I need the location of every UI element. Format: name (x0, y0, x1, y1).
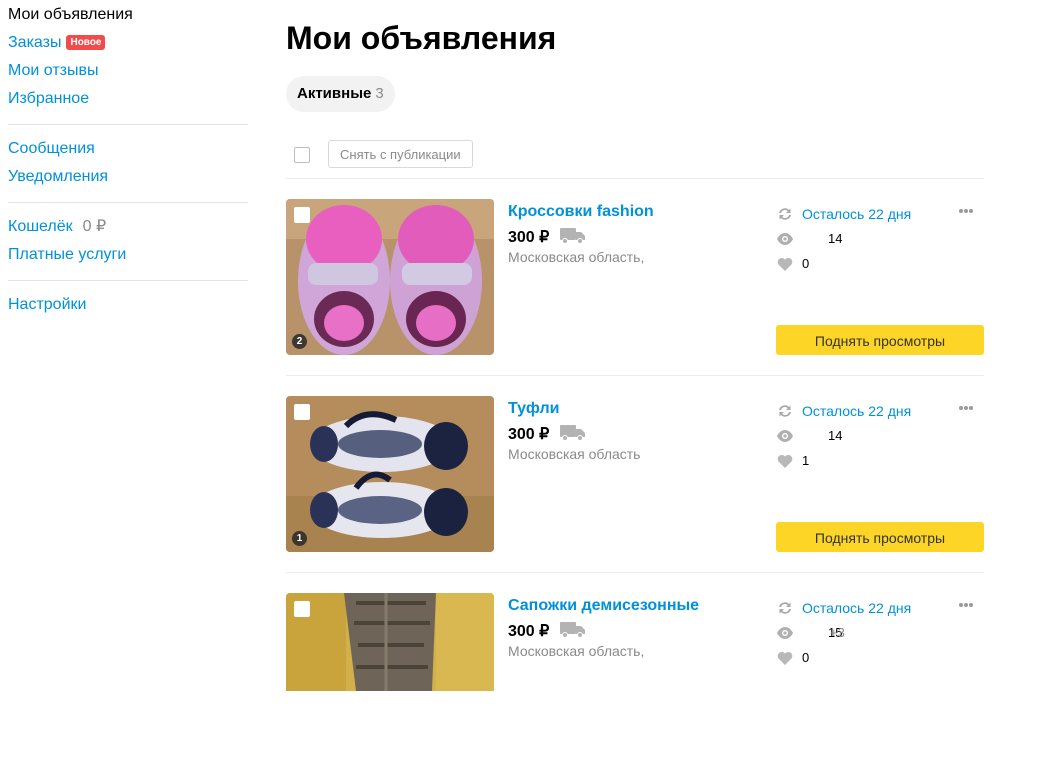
raise-views-button[interactable]: Поднять просмотры (776, 325, 984, 355)
refresh-icon (779, 405, 791, 417)
sidebar-item-reviews[interactable]: Мои отзывы (8, 57, 248, 85)
divider (8, 202, 248, 203)
ad-price: 300 ₽ (508, 623, 550, 640)
heart-icon (777, 454, 793, 468)
sidebar-item-label: Заказы (8, 34, 62, 51)
divider (8, 280, 248, 281)
favorites-count: 0 (802, 650, 810, 665)
sidebar-item-label: Кошелёк (8, 218, 73, 235)
eye-icon (777, 430, 793, 442)
sidebar-item-settings[interactable]: Настройки (8, 291, 248, 319)
new-badge: Новое (66, 35, 106, 50)
delivery-truck-icon (560, 425, 585, 441)
favorites-count: 0 (802, 256, 810, 271)
tab-active[interactable]: Активные 3 (286, 76, 395, 112)
delivery-truck-icon (560, 622, 585, 638)
ad-select-checkbox[interactable] (294, 601, 310, 617)
more-dots-icon[interactable] (959, 406, 975, 412)
ad-photo[interactable]: 2 (286, 199, 494, 355)
heart-icon (777, 651, 793, 665)
raise-views-button[interactable]: Поднять просмотры (776, 522, 984, 552)
boots-photo (286, 593, 494, 691)
days-left-link[interactable]: Осталось 22 дня (802, 402, 911, 420)
refresh-icon (779, 602, 791, 614)
ad-select-checkbox[interactable] (294, 404, 310, 420)
more-dots-icon[interactable] (959, 209, 975, 215)
sidebar-item-wallet[interactable]: Кошелёк 0 ₽ (8, 213, 248, 241)
ad-price: 300 ₽ (508, 426, 550, 443)
ad-price: 300 ₽ (508, 229, 550, 246)
ad-item: 2 Кроссовки fashion 300 ₽ Московская обл… (286, 179, 984, 376)
photo-count-badge: 2 (292, 334, 307, 349)
bulk-toolbar: Снять с публикации (286, 140, 984, 179)
ad-location: Московская область, (508, 643, 645, 659)
ad-photo[interactable] (286, 593, 494, 691)
unpublish-button[interactable]: Снять с публикации (328, 140, 473, 168)
days-left-link[interactable]: Осталось 22 дня (802, 205, 911, 223)
sidebar-item-favorites[interactable]: Избранное (8, 85, 248, 113)
favorites-count: 1 (802, 453, 810, 468)
sidebar-item-my-ads[interactable]: Мои объявления (8, 1, 248, 29)
tab-label: Активные (297, 85, 372, 102)
sneakers-photo (286, 199, 494, 355)
divider (8, 124, 248, 125)
sidebar-item-notifications[interactable]: Уведомления (8, 163, 248, 191)
ad-item: 1 Туфли 300 ₽ Московская область Осталос… (286, 376, 984, 573)
more-dots-icon[interactable] (959, 603, 975, 609)
eye-icon (777, 627, 793, 639)
select-all-checkbox[interactable] (294, 147, 310, 163)
views-count: 14 (828, 231, 843, 246)
heart-icon (777, 257, 793, 271)
views-count: 14 (828, 428, 843, 443)
ad-item: Сапожки демисезонные 300 ₽ Московская об… (286, 573, 984, 769)
page-title: Мои объявления (286, 20, 557, 56)
sidebar-item-paid-services[interactable]: Платные услуги (8, 241, 248, 269)
ad-title[interactable]: Кроссовки fashion (508, 203, 654, 221)
photo-count-badge: 1 (292, 531, 307, 546)
ad-title[interactable]: Сапожки демисезонные (508, 597, 699, 615)
shoes-photo (286, 396, 494, 552)
wallet-balance: 0 ₽ (82, 218, 107, 235)
ad-location: Московская область (508, 446, 641, 462)
ad-photo[interactable]: 1 (286, 396, 494, 552)
views-plus: +3 (830, 625, 845, 640)
sidebar-item-messages[interactable]: Сообщения (8, 135, 248, 163)
ad-select-checkbox[interactable] (294, 207, 310, 223)
eye-icon (777, 233, 793, 245)
ad-location: Московская область, (508, 249, 645, 265)
delivery-truck-icon (560, 228, 585, 244)
sidebar: Мои объявления Заказы Новое Мои отзывы Из… (8, 0, 248, 319)
days-left-link[interactable]: Осталось 22 дня (802, 599, 911, 617)
ad-title[interactable]: Туфли (508, 400, 559, 418)
tab-count: 3 (375, 85, 384, 102)
sidebar-item-orders[interactable]: Заказы Новое (8, 29, 248, 57)
refresh-icon (779, 208, 791, 220)
